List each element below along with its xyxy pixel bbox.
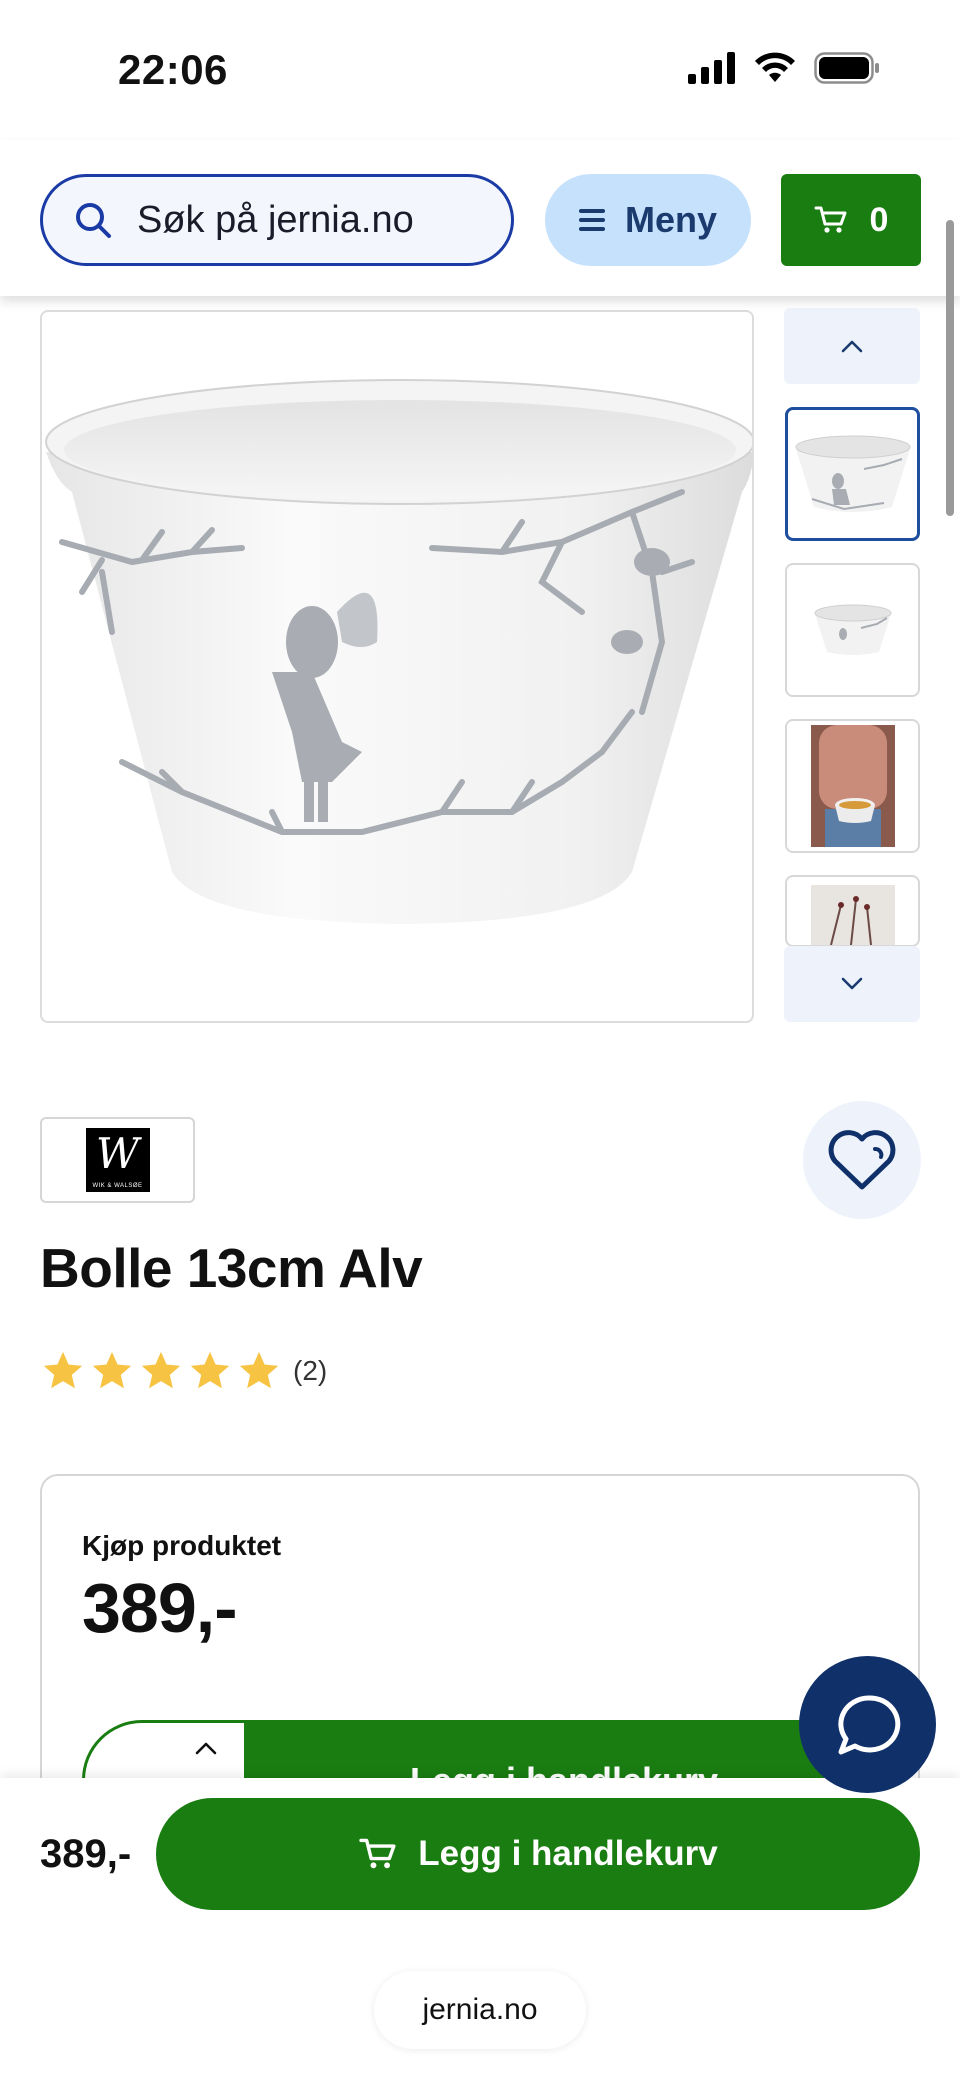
cart-button[interactable]: 0 (781, 174, 921, 266)
site-header: Søk på jernia.no Meny 0 (0, 140, 960, 296)
chevron-down-icon (841, 977, 863, 990)
gallery-thumbnail-2[interactable] (785, 563, 920, 697)
browser-url: jernia.no (422, 1993, 538, 2026)
chevron-up-icon (841, 340, 863, 353)
menu-button[interactable]: Meny (545, 174, 751, 266)
star-icon (43, 1351, 83, 1389)
gallery-thumbnail-4[interactable] (785, 875, 920, 947)
battery-icon (814, 52, 879, 84)
bowl-thumbnail (795, 435, 910, 512)
cart-icon (359, 1838, 396, 1869)
heart-icon (828, 1130, 896, 1190)
star-icon (239, 1351, 279, 1389)
search-placeholder: Søk på jernia.no (137, 198, 414, 241)
brand-logo: W WIK & WALSØE (85, 1128, 150, 1192)
brand-logo-text: WIK & WALSØE (92, 1183, 143, 1189)
sticky-price: 389,- (40, 1832, 132, 1876)
chat-button[interactable] (799, 1656, 936, 1793)
menu-label: Meny (624, 199, 718, 240)
gallery-thumbnail-3[interactable] (785, 719, 920, 853)
product-price: 389,- (82, 1569, 238, 1647)
chat-bubble-icon (837, 1694, 900, 1754)
chevron-up-icon[interactable] (195, 1741, 217, 1755)
status-icons (688, 52, 880, 84)
sticky-add-to-cart-bar: 389,- Legg i handlekurv jernia.no (0, 1778, 960, 2081)
signal-icon (688, 52, 735, 84)
sticky-add-to-cart-button[interactable]: Legg i handlekurv (156, 1798, 920, 1910)
buy-heading: Kjøp produktet (82, 1530, 282, 1561)
sticky-add-to-cart-label: Legg i handlekurv (418, 1834, 718, 1873)
search-input[interactable]: Søk på jernia.no (40, 174, 514, 266)
brand-logo-letter: W (95, 1129, 140, 1178)
cart-icon (814, 206, 847, 233)
search-icon (76, 203, 111, 238)
star-icon (190, 1351, 230, 1389)
favorite-button[interactable] (803, 1101, 921, 1219)
hamburger-icon (578, 209, 605, 231)
bowl-small-thumbnail (814, 604, 891, 655)
page-scrollbar[interactable] (946, 220, 954, 516)
star-icon (92, 1351, 132, 1389)
product-title: Bolle 13cm Alv (40, 1237, 423, 1299)
rating-count: (2) (293, 1355, 328, 1386)
product-main-image[interactable] (40, 310, 754, 1023)
flowers-photo-thumbnail (810, 885, 895, 945)
bowl-image (45, 379, 752, 924)
brand-logo-link[interactable]: W WIK & WALSØE (40, 1117, 195, 1203)
status-time: 22:06 (118, 46, 228, 93)
cart-count: 0 (869, 200, 889, 239)
product-rating[interactable]: (2) (40, 1348, 327, 1394)
gallery-thumbnail-1[interactable] (785, 407, 920, 541)
gallery-prev-button[interactable] (784, 308, 920, 384)
lifestyle-photo-thumbnail (810, 725, 895, 847)
browser-address-bar[interactable]: jernia.no (374, 1971, 586, 2049)
gallery-next-button[interactable] (784, 946, 920, 1022)
star-icon (141, 1351, 181, 1389)
wifi-icon (755, 52, 795, 82)
status-bar: 22:06 (0, 0, 960, 140)
